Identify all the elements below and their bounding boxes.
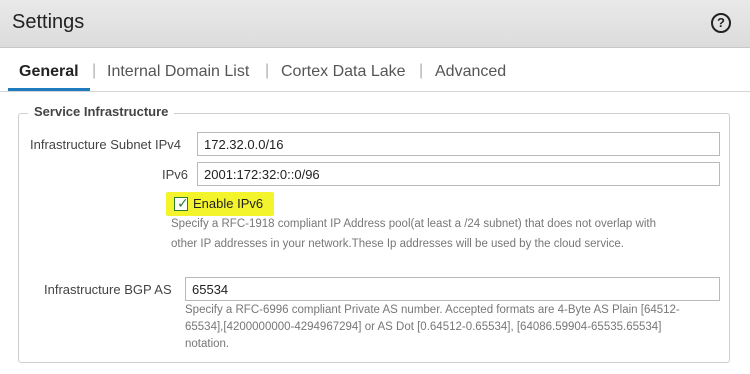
bgp-help-line: Specify a RFC-6996 compliant Private AS … [185, 304, 680, 316]
subnet-help-line: Specify a RFC-1918 compliant IP Address … [171, 218, 656, 230]
subnet-ipv4-input[interactable] [197, 132, 720, 156]
ipv6-input[interactable] [197, 162, 720, 186]
active-tab-indicator [8, 88, 90, 91]
bgp-help-line: 65534],[4200000000-4294967294] or AS Dot… [185, 321, 662, 333]
bgp-as-label: Infrastructure BGP AS [44, 282, 172, 297]
tab-separator: | [265, 62, 270, 79]
subnet-ipv4-label: Infrastructure Subnet IPv4 [30, 137, 182, 152]
tab-separator: | [419, 62, 424, 79]
enable-ipv6-label[interactable]: Enable IPv6 [193, 196, 263, 211]
bgp-help-line: notation. [185, 338, 230, 350]
dialog-header: Settings ? [0, 0, 750, 48]
bgp-as-input[interactable] [185, 277, 720, 301]
tab-advanced[interactable]: Advanced [435, 63, 506, 81]
bgp-help-text: Specify a RFC-6996 compliant Private AS … [185, 302, 680, 353]
tab-bar: General | Internal Domain List | Cortex … [0, 56, 750, 92]
subnet-help-line: other IP addresses in your network.These… [171, 238, 624, 250]
dialog-title: Settings [12, 11, 85, 33]
tab-separator: | [92, 62, 97, 79]
enable-ipv6-checkbox[interactable]: ✓ [174, 195, 189, 211]
ipv6-label: IPv6 [162, 167, 189, 182]
service-infrastructure-legend: Service Infrastructure [28, 104, 175, 119]
tab-internal-domain-list[interactable]: Internal Domain List [107, 63, 249, 81]
tab-general[interactable]: General [19, 63, 79, 81]
help-icon[interactable]: ? [711, 13, 731, 33]
tab-cortex-data-lake[interactable]: Cortex Data Lake [281, 63, 406, 81]
subnet-help-text: Specify a RFC-1918 compliant IP Address … [171, 214, 656, 254]
checkmark-icon: ✓ [177, 195, 189, 211]
